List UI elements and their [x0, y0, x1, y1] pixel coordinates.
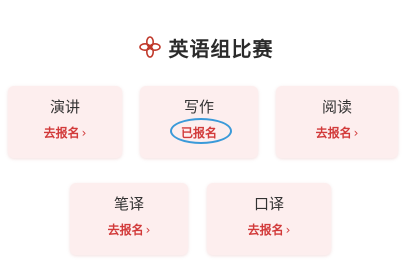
chevron-right-icon: ›	[81, 126, 87, 140]
register-link[interactable]: 去报名 ›	[276, 124, 398, 141]
chevron-right-icon: ›	[353, 126, 359, 140]
card-title: 写作	[183, 98, 214, 116]
register-label: 去报名	[107, 223, 144, 237]
competition-card-translation[interactable]: 笔译 去报名 ›	[70, 183, 188, 255]
competition-card-writing[interactable]: 写作 已报名	[140, 86, 258, 158]
registered-label: 已报名	[180, 126, 217, 140]
card-title: 口译	[253, 195, 284, 213]
chevron-right-icon: ›	[285, 223, 291, 237]
page-title: 英语组比赛	[168, 36, 274, 61]
register-link[interactable]: 去报名 ›	[70, 221, 188, 238]
page-header: 英语组比赛	[0, 30, 410, 64]
competition-card-reading[interactable]: 阅读 去报名 ›	[276, 86, 398, 158]
register-label: 去报名	[247, 223, 284, 237]
register-label: 去报名	[315, 126, 352, 140]
competition-card-interpretation[interactable]: 口译 去报名 ›	[207, 183, 331, 255]
register-link[interactable]: 去报名 ›	[8, 124, 122, 141]
register-link[interactable]: 去报名 ›	[207, 221, 331, 238]
card-title: 笔译	[113, 195, 144, 213]
chevron-right-icon: ›	[145, 223, 151, 237]
registered-status: 已报名	[140, 124, 258, 141]
card-title: 演讲	[49, 98, 80, 116]
competition-card-speech[interactable]: 演讲 去报名 ›	[8, 86, 122, 158]
flower-icon	[137, 34, 163, 60]
card-title: 阅读	[321, 98, 352, 116]
register-label: 去报名	[43, 126, 80, 140]
